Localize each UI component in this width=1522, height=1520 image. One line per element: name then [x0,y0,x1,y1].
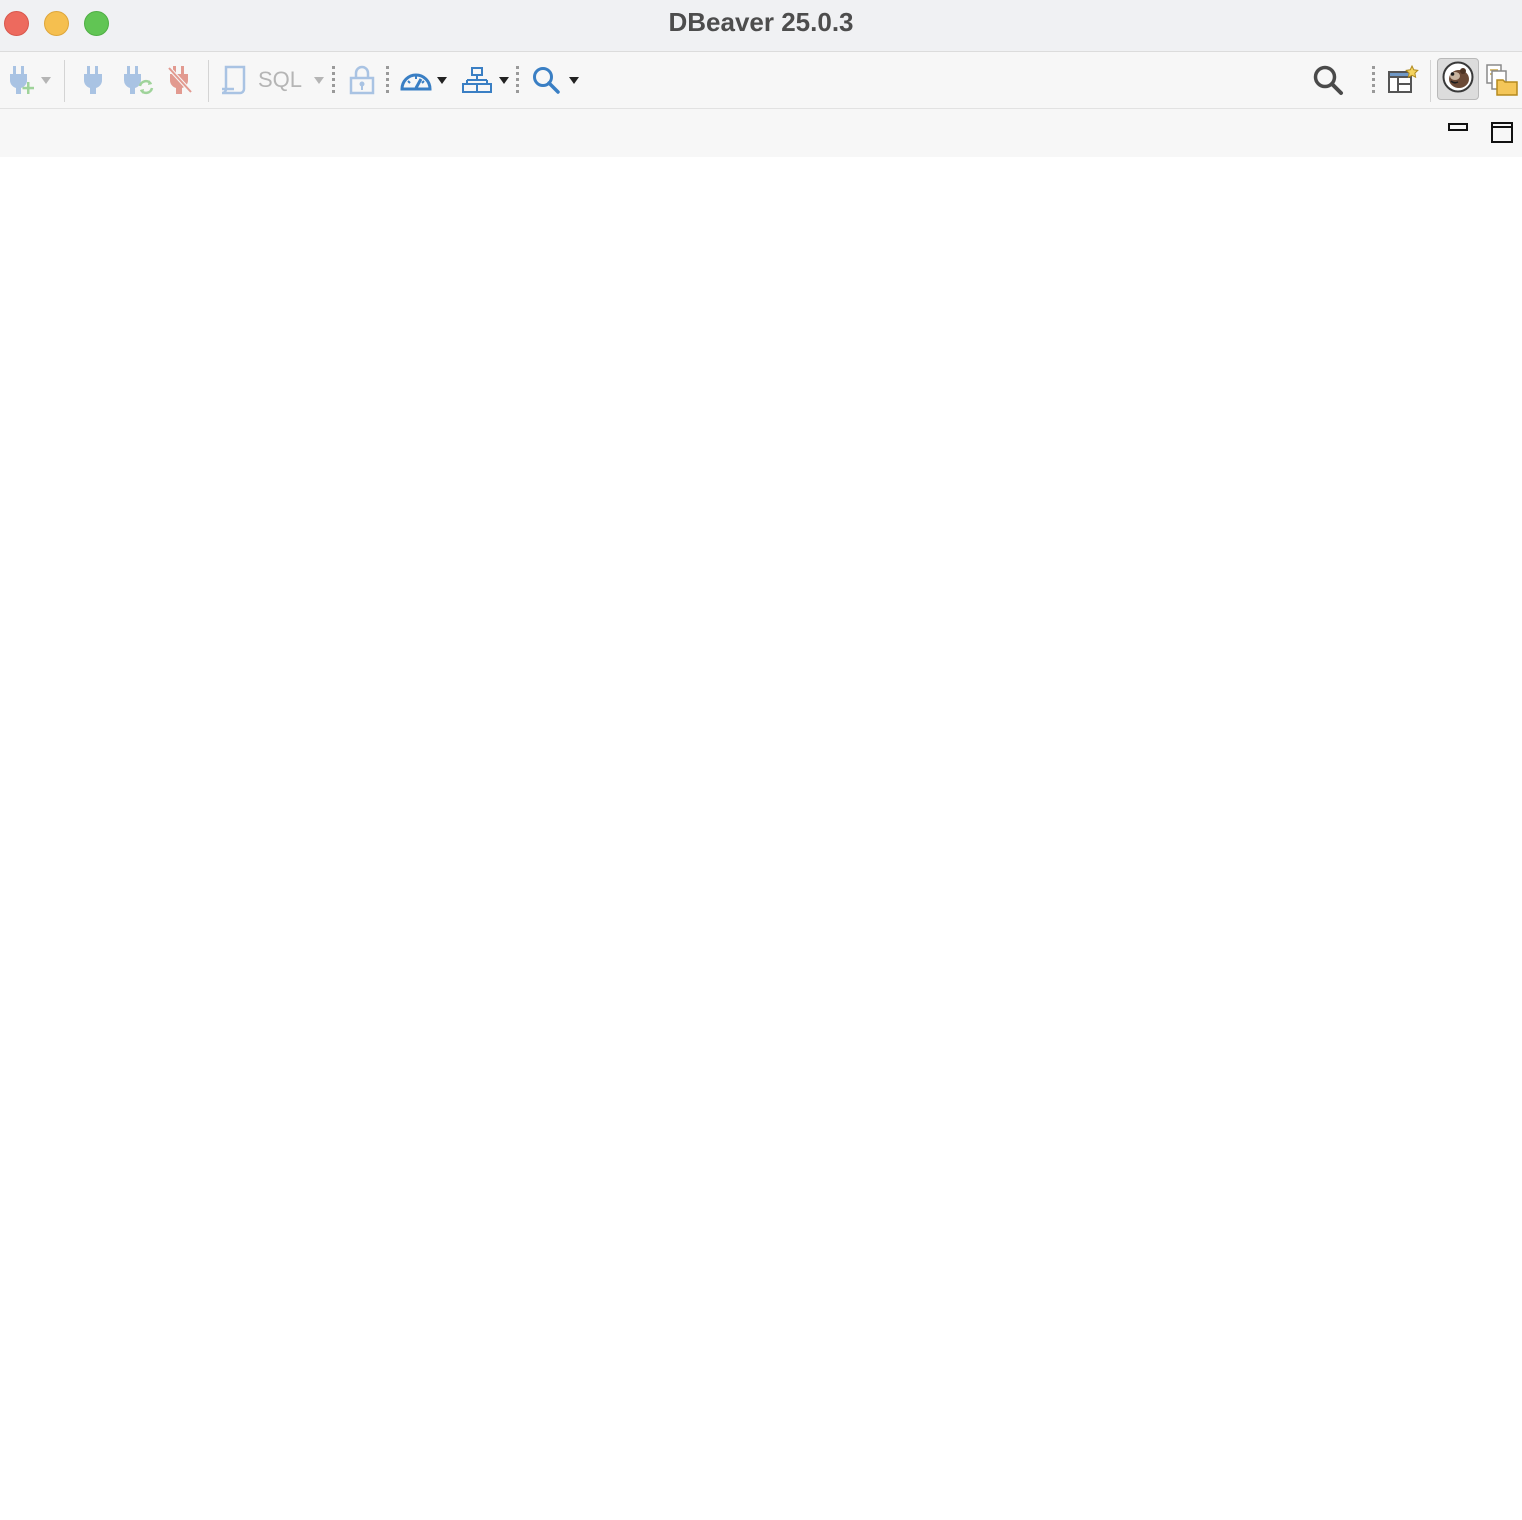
beaver-icon [1442,61,1474,98]
magnifier-icon [531,65,561,95]
plug-icon [80,64,106,96]
plug-disconnect-icon [166,64,194,96]
toolbar-separator [1430,60,1431,102]
resources-perspective-button[interactable] [1482,62,1520,98]
new-connection-button[interactable] [4,62,54,98]
window-title: DBeaver 25.0.3 [668,7,854,37]
main-toolbar: SQL [0,52,1522,109]
dashboard-button[interactable] [396,62,450,98]
folder-files-icon [1484,63,1518,97]
disconnect-button[interactable] [162,62,198,98]
script-icon [218,64,248,96]
lock-icon [348,64,376,96]
gauge-icon [399,65,433,95]
toolbar-grip[interactable] [1372,66,1375,94]
search-icon [1311,63,1345,97]
dbeaver-perspective-button[interactable] [1437,58,1479,100]
toolbar-separator [208,60,209,102]
toolbar-grip[interactable] [386,66,389,94]
transaction-mode-button[interactable] [344,62,380,98]
toolbar-separator [64,60,65,102]
diagram-icon [461,65,493,95]
chevron-down-icon [41,76,51,84]
sql-editor-label: SQL [258,67,303,92]
title-bar: DBeaver 25.0.3 [0,0,1522,52]
toolbar-grip[interactable] [332,66,335,94]
connect-button[interactable] [76,62,110,98]
minimize-button[interactable] [1448,121,1468,140]
open-perspective-icon [1385,64,1419,96]
plug-refresh-icon [121,64,155,96]
reconnect-button[interactable] [118,62,158,98]
chevron-down-icon [437,76,447,84]
chevron-down-icon [569,76,579,84]
chevron-down-icon [314,76,325,84]
chevron-down-icon [499,76,509,84]
global-search-button[interactable] [1308,62,1348,98]
search-button[interactable] [528,62,582,98]
toolbar-grip[interactable] [516,66,519,94]
sql-editor-button[interactable]: SQL [218,62,328,98]
maximize-icon [1491,122,1513,147]
open-perspective-button[interactable] [1382,62,1422,98]
maximize-button[interactable] [1491,121,1513,148]
editor-area[interactable] [0,157,1522,1520]
plug-plus-icon [7,64,37,96]
editor-area-header [0,109,1522,157]
schema-navigator-button[interactable] [458,62,512,98]
minimize-icon [1448,122,1468,139]
